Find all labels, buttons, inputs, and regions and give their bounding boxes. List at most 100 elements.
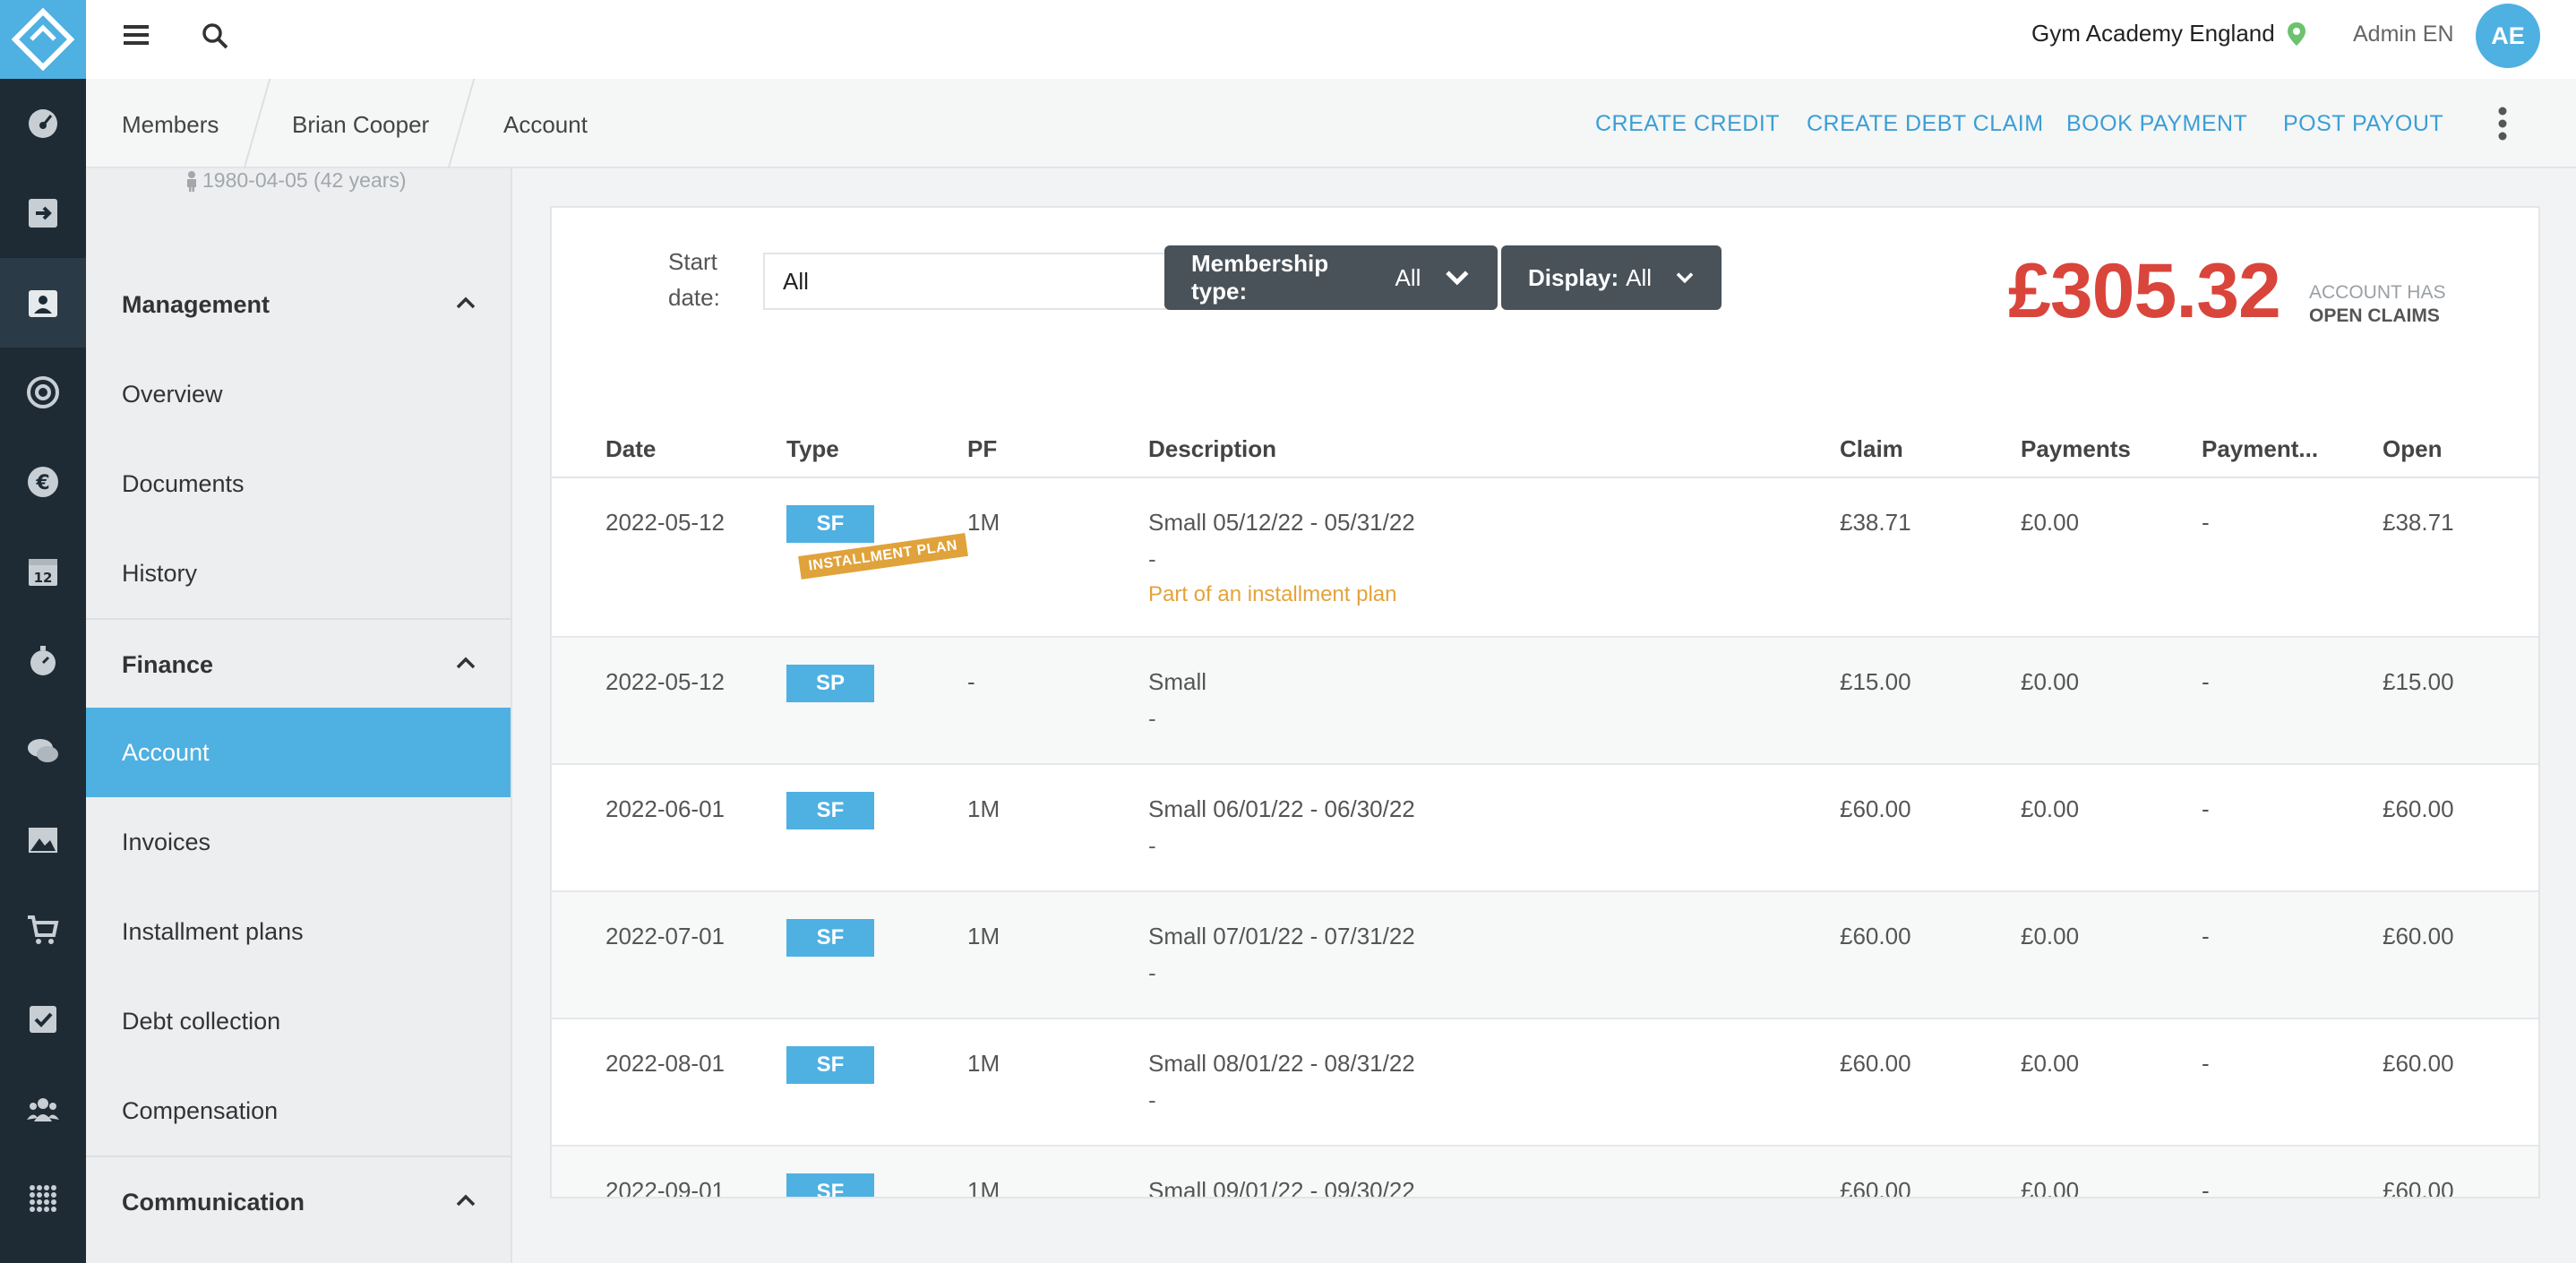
table-row[interactable]: 2022-06-01 SF 1M Small 06/01/22 - 06/30/… [552,765,2538,892]
cell-payment-extra: - [2202,668,2210,695]
rail-shop[interactable] [0,885,86,975]
search-icon[interactable] [201,21,229,55]
sidebar-item-history[interactable]: History [86,528,511,618]
breadcrumb-members[interactable]: Members [122,111,219,139]
cell-pf: 1M [967,1177,1000,1199]
column-header-date[interactable]: Date [605,435,656,463]
cell-claim: £60.00 [1840,795,1911,822]
chevron-down-icon [1446,271,1469,286]
type-badge: SP [786,665,874,702]
type-badge: SF [786,505,874,543]
cell-pf: 1M [967,1050,1000,1077]
account-balance: £305.32 [2008,248,2281,334]
cell-date: 2022-06-01 [605,795,725,822]
cell-pf: 1M [967,795,1000,822]
start-date-select[interactable]: All [763,253,1166,310]
type-badge: SF [786,792,874,829]
table-row[interactable]: 2022-07-01 SF 1M Small 07/01/22 - 07/31/… [552,892,2538,1019]
installment-note-link[interactable]: Part of an installment plan [1148,582,1415,607]
user-name[interactable]: Admin EN [2353,21,2454,47]
display-value: All [1626,263,1653,291]
dashboard-icon [29,109,57,138]
rail-dashboard[interactable] [0,79,86,168]
app-logo[interactable] [0,0,86,79]
rail-apps[interactable] [0,1154,86,1243]
column-header-description[interactable]: Description [1148,435,1276,463]
group-icon [27,1098,59,1121]
rail-members[interactable] [0,258,86,348]
balance-status: ACCOUNT HAS OPEN CLAIMS [2309,281,2445,328]
table-row[interactable]: 2022-05-12 SF INSTALLMENT PLAN 1M Small … [552,478,2538,638]
hamburger-menu-icon[interactable] [124,23,149,51]
sidebar-item-overview[interactable]: Overview [86,349,511,439]
gym-selector[interactable]: Gym Academy England [2031,20,2306,47]
person-icon [187,170,196,192]
cell-payment-extra: - [2202,795,2210,822]
cell-open: £60.00 [2383,923,2454,949]
check-in-icon [29,199,57,228]
section-communication[interactable]: Communication [86,1157,511,1247]
display-dropdown[interactable]: Display: All [1501,245,1722,310]
apps-icon [30,1185,56,1212]
sidebar-item-invoices[interactable]: Invoices [86,797,511,887]
sidebar-item-account[interactable]: Account [86,708,511,797]
image-icon [29,828,57,853]
start-date-label-line1: Start [668,248,717,275]
cell-description: Small 07/01/22 - 07/31/22 - [1148,923,1415,987]
members-icon [29,290,57,317]
cell-description: Small 09/01/22 - 09/30/22 - [1148,1177,1415,1197]
more-options-icon[interactable] [2497,106,2508,146]
rail-finance[interactable]: € [0,437,86,527]
table-row[interactable]: 2022-08-01 SF 1M Small 08/01/22 - 08/31/… [552,1019,2538,1147]
rail-groups[interactable] [0,1064,86,1154]
column-header-claim[interactable]: Claim [1840,435,1903,463]
description-text: Small 05/12/22 - 05/31/22 [1148,509,1415,536]
svg-text:€: € [35,472,49,494]
rail-tasks[interactable] [0,975,86,1064]
cell-pf: 1M [967,509,1000,536]
type-badge: SF [786,1046,874,1084]
table-row[interactable]: 2022-09-01 SF 1M Small 09/01/22 - 09/30/… [552,1147,2538,1199]
breadcrumb-separator [243,79,271,168]
section-finance[interactable]: Finance [86,620,511,709]
column-header-open[interactable]: Open [2383,435,2442,463]
rail-messages[interactable] [0,706,86,795]
breadcrumb-bar: Members Brian Cooper Account CREATE CRED… [86,79,2576,168]
sidebar-item-documents[interactable]: Documents [86,439,511,528]
display-label: Display: [1528,263,1619,291]
column-header-pf[interactable]: PF [967,435,997,463]
rail-analytics[interactable] [0,795,86,885]
avatar[interactable]: AE [2476,4,2540,68]
column-header-payment-truncated[interactable]: Payment... [2202,435,2318,463]
section-management[interactable]: Management [86,260,511,349]
description-text: Small 07/01/22 - 07/31/22 [1148,923,1415,949]
membership-type-dropdown[interactable]: Membership type: All [1164,245,1498,310]
sidebar-item-compensation[interactable]: Compensation [86,1066,511,1156]
member-sidebar: 1980-04-05 (42 years) Management Overvie… [86,168,512,1263]
cell-description: Small 05/12/22 - 05/31/22 - Part of an i… [1148,509,1415,607]
column-header-payments[interactable]: Payments [2021,435,2131,463]
sidebar-item-installment-plans[interactable]: Installment plans [86,887,511,976]
breadcrumb-member-name[interactable]: Brian Cooper [292,111,429,139]
task-icon [30,1006,56,1033]
table-row[interactable]: 2022-05-12 SP - Small - £15.00 £0.00 - £… [552,638,2538,765]
post-payout-button[interactable]: POST PAYOUT [2283,111,2443,137]
cell-payments: £0.00 [2021,668,2080,695]
description-text: Small [1148,668,1207,695]
timer-icon [30,646,56,675]
create-debt-claim-button[interactable]: CREATE DEBT CLAIM [1807,111,2044,137]
column-header-type[interactable]: Type [786,435,839,463]
location-pin-icon [2287,21,2306,46]
breadcrumb-separator [447,79,476,168]
book-payment-button[interactable]: BOOK PAYMENT [2066,111,2247,137]
rail-target[interactable] [0,348,86,437]
sidebar-item-debt-collection[interactable]: Debt collection [86,976,511,1066]
rail-check-in[interactable] [0,168,86,258]
create-credit-button[interactable]: CREATE CREDIT [1595,111,1780,137]
rail-timer[interactable] [0,616,86,706]
description-text: Small 08/01/22 - 08/31/22 [1148,1050,1415,1077]
cell-open: £60.00 [2383,1050,2454,1077]
cart-icon [28,915,59,944]
rail-calendar[interactable]: 12 [0,527,86,616]
cell-claim: £60.00 [1840,1177,1911,1199]
